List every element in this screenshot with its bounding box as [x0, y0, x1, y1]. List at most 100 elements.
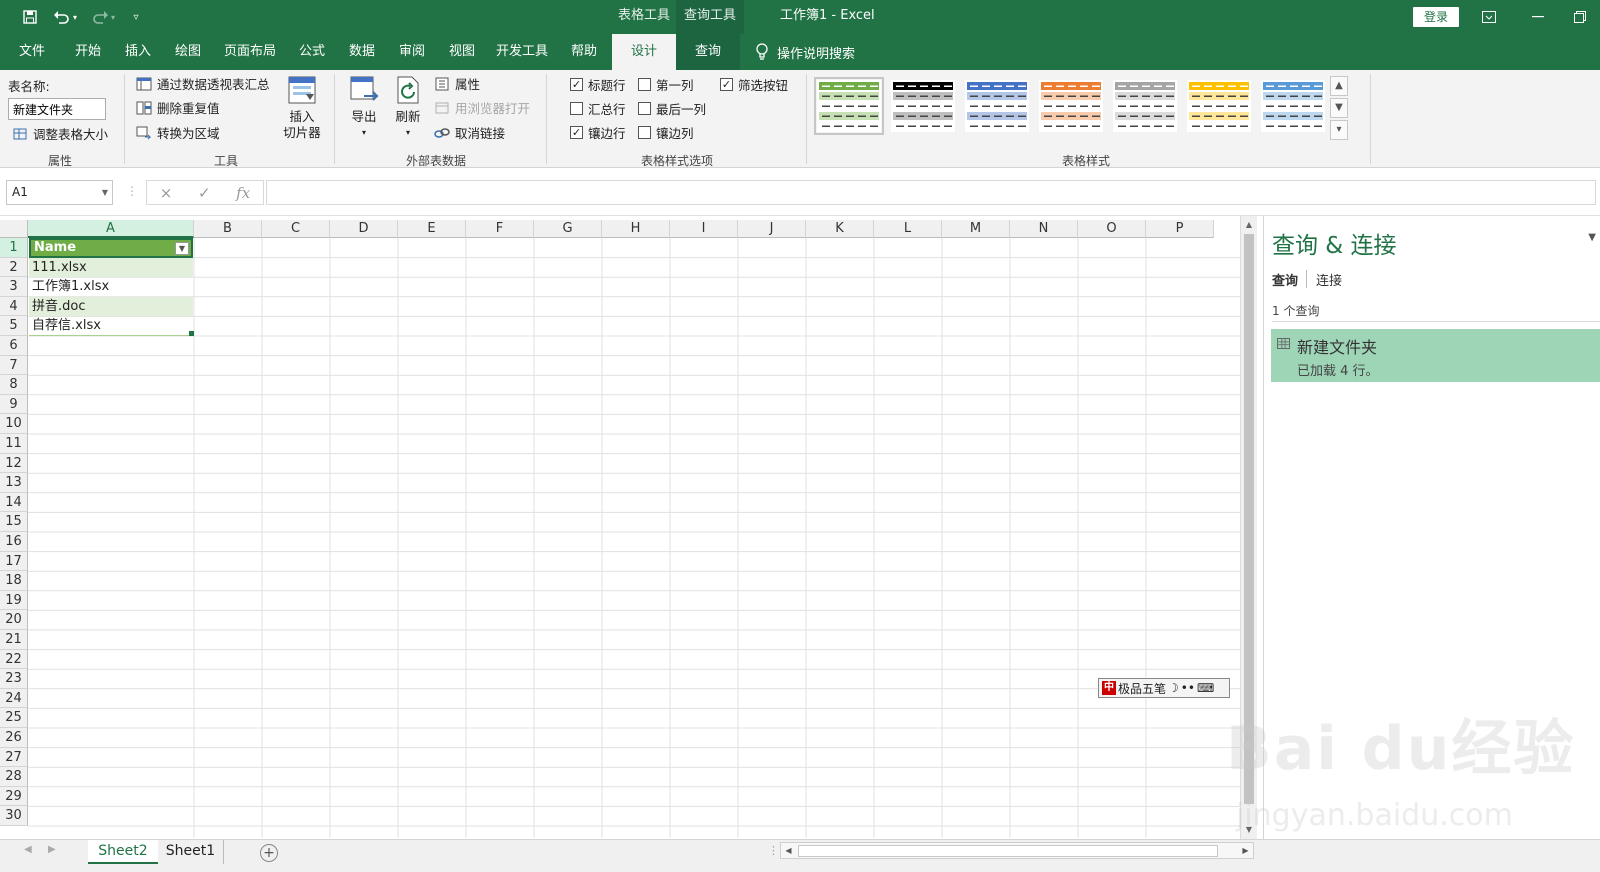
- last-column-checkbox[interactable]: 最后一列: [638, 99, 706, 118]
- row-header-21[interactable]: 21: [0, 630, 28, 650]
- row-header-30[interactable]: 30: [0, 806, 28, 826]
- table-style-swatch-green[interactable]: [814, 77, 884, 135]
- ime-toolbar[interactable]: 中 极品五笔 ☽ •• ⌨: [1098, 678, 1230, 698]
- banded-rows-checkbox[interactable]: ✓ 镶边行: [570, 123, 626, 142]
- name-box-dropdown-icon[interactable]: ▼: [102, 181, 108, 204]
- row-header-24[interactable]: 24: [0, 688, 28, 709]
- row-header-16[interactable]: 16: [0, 532, 28, 552]
- query-item[interactable]: 新建文件夹 已加载 4 行。: [1271, 329, 1600, 382]
- header-row-check[interactable]: ✓: [570, 78, 583, 91]
- column-header-p[interactable]: P: [1146, 220, 1214, 238]
- table-style-swatch-blue[interactable]: [965, 80, 1029, 132]
- redo-icon[interactable]: ▾: [88, 6, 118, 28]
- first-column-checkbox[interactable]: 第一列: [638, 75, 694, 94]
- tab-draw[interactable]: 绘图: [170, 34, 206, 70]
- row-header-27[interactable]: 27: [0, 747, 28, 768]
- unlink-button[interactable]: 取消链接: [434, 123, 505, 142]
- save-icon[interactable]: [18, 6, 42, 28]
- table-row[interactable]: 工作簿1.xlsx: [29, 277, 193, 297]
- scroll-right-icon[interactable]: ▶: [1238, 843, 1253, 858]
- row-header-18[interactable]: 18: [0, 571, 28, 591]
- pane-tab-connections[interactable]: 连接: [1316, 270, 1342, 289]
- restore-icon[interactable]: [1560, 0, 1600, 34]
- column-header-b[interactable]: B: [194, 220, 262, 238]
- total-row-check[interactable]: [570, 102, 583, 115]
- sheet-nav-prev-icon[interactable]: ◀: [24, 844, 32, 855]
- tab-home[interactable]: 开始: [70, 34, 106, 70]
- row-header-12[interactable]: 12: [0, 453, 28, 474]
- enter-icon[interactable]: ✓: [198, 184, 211, 202]
- row-header-19[interactable]: 19: [0, 590, 28, 611]
- resize-table-button[interactable]: 调整表格大小: [12, 124, 108, 143]
- row-header-26[interactable]: 26: [0, 728, 28, 748]
- table-style-swatch-gold[interactable]: [1187, 80, 1251, 132]
- row-header-7[interactable]: 7: [0, 355, 28, 376]
- tab-help[interactable]: 帮助: [566, 34, 602, 70]
- total-row-checkbox[interactable]: 汇总行: [570, 99, 626, 118]
- column-header-k[interactable]: K: [806, 220, 874, 238]
- column-header-h[interactable]: H: [602, 220, 670, 238]
- formula-bar-grip-icon[interactable]: ⋮: [126, 184, 138, 198]
- row-header-8[interactable]: 8: [0, 375, 28, 395]
- login-button[interactable]: 登录: [1413, 7, 1459, 27]
- row-header-29[interactable]: 29: [0, 786, 28, 807]
- row-header-17[interactable]: 17: [0, 551, 28, 572]
- remove-duplicates-button[interactable]: 删除重复值: [136, 98, 220, 117]
- sheet-nav-next-icon[interactable]: ▶: [48, 844, 56, 855]
- table-style-swatch-orange[interactable]: [1039, 80, 1103, 132]
- table-style-swatch-gray[interactable]: [1113, 80, 1177, 132]
- table-resize-handle[interactable]: [189, 331, 194, 336]
- sheet-tab-sheet2[interactable]: Sheet2: [88, 840, 158, 864]
- first-column-check[interactable]: [638, 78, 651, 91]
- tab-data[interactable]: 数据: [344, 34, 380, 70]
- add-sheet-icon[interactable]: +: [260, 844, 278, 862]
- tab-file[interactable]: 文件: [14, 34, 50, 70]
- filter-button-check[interactable]: ✓: [720, 78, 733, 91]
- summarize-pivot-button[interactable]: 通过数据透视表汇总: [136, 74, 270, 93]
- row-header-6[interactable]: 6: [0, 336, 28, 356]
- column-header-j[interactable]: J: [738, 220, 806, 238]
- header-row-checkbox[interactable]: ✓ 标题行: [570, 75, 626, 94]
- row-header-10[interactable]: 10: [0, 414, 28, 434]
- column-header-d[interactable]: D: [330, 220, 398, 238]
- last-column-check[interactable]: [638, 102, 651, 115]
- pane-options-icon[interactable]: ▼: [1588, 232, 1596, 243]
- banded-columns-checkbox[interactable]: 镶边列: [638, 123, 694, 142]
- open-in-browser-button[interactable]: 用浏览器打开: [434, 98, 530, 117]
- row-header-11[interactable]: 11: [0, 434, 28, 454]
- row-header-20[interactable]: 20: [0, 610, 28, 630]
- insert-slicer-button[interactable]: 插入 切片器: [280, 74, 324, 141]
- tab-formulas[interactable]: 公式: [294, 34, 330, 70]
- tab-design[interactable]: 设计: [612, 34, 676, 70]
- filter-dropdown-icon[interactable]: ▼: [175, 242, 189, 255]
- column-header-o[interactable]: O: [1078, 220, 1146, 238]
- gallery-more-icon[interactable]: ▾: [1330, 120, 1348, 140]
- tell-me-search[interactable]: 操作说明搜索: [755, 34, 855, 70]
- sheet-tab-sheet1[interactable]: Sheet1: [158, 840, 224, 864]
- ime-mode-icon[interactable]: 中: [1102, 681, 1116, 695]
- external-properties-button[interactable]: 属性: [434, 74, 480, 93]
- scroll-up-icon[interactable]: ▲: [1242, 218, 1256, 232]
- row-header-22[interactable]: 22: [0, 649, 28, 670]
- tab-developer[interactable]: 开发工具: [494, 34, 550, 70]
- gallery-scroll-up-icon[interactable]: ▲: [1330, 76, 1348, 96]
- column-header-f[interactable]: F: [466, 220, 534, 238]
- scroll-split-grip-icon[interactable]: ⋮: [768, 844, 779, 857]
- ime-punct-icon[interactable]: ••: [1181, 681, 1195, 695]
- row-header-13[interactable]: 13: [0, 473, 28, 493]
- tab-query[interactable]: 查询: [676, 34, 740, 70]
- row-header-25[interactable]: 25: [0, 708, 28, 728]
- banded-columns-check[interactable]: [638, 126, 651, 139]
- minimize-icon[interactable]: [1515, 0, 1561, 34]
- table-header-cell[interactable]: Name ▼: [29, 238, 193, 258]
- tab-view[interactable]: 视图: [444, 34, 480, 70]
- column-header-e[interactable]: E: [398, 220, 466, 238]
- column-header-g[interactable]: G: [534, 220, 602, 238]
- filter-button-checkbox[interactable]: ✓ 筛选按钮: [720, 75, 788, 94]
- row-header-4[interactable]: 4: [0, 296, 28, 317]
- banded-rows-check[interactable]: ✓: [570, 126, 583, 139]
- ribbon-display-options-icon[interactable]: [1466, 0, 1512, 34]
- column-header-n[interactable]: N: [1010, 220, 1078, 238]
- refresh-dropdown-icon[interactable]: ▾: [390, 125, 426, 141]
- ime-moon-icon[interactable]: ☽: [1168, 681, 1179, 695]
